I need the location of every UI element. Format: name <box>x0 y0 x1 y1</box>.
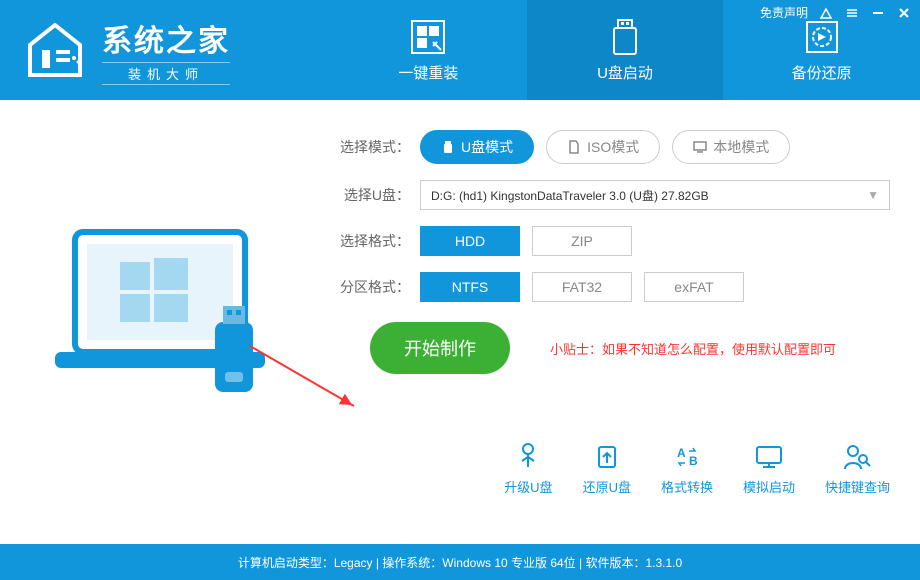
partition-ntfs-button[interactable]: NTFS <box>420 272 520 302</box>
partition-fat32-button[interactable]: FAT32 <box>532 272 632 302</box>
statusbar: 计算机启动类型：Legacy | 操作系统：Windows 10 专业版 64位… <box>0 544 920 580</box>
mode-iso-button[interactable]: ISO模式 <box>546 130 660 164</box>
tab-label: U盘启动 <box>597 62 653 83</box>
format-hdd-button[interactable]: HDD <box>420 226 520 256</box>
tool-hotkey-query[interactable]: 快捷键查询 <box>825 443 890 496</box>
mode-local-button[interactable]: 本地模式 <box>672 130 790 164</box>
monitor-icon <box>753 443 785 471</box>
monitor-small-icon <box>693 140 707 154</box>
tool-upgrade-usb[interactable]: 升级U盘 <box>504 443 552 496</box>
disclaimer-link[interactable]: 免责声明 <box>760 4 808 21</box>
brand-subtitle: 装机大师 <box>102 62 230 85</box>
drive-select[interactable]: D:G: (hd1) KingstonDataTraveler 3.0 (U盘)… <box>420 180 890 210</box>
tab-reinstall[interactable]: 一键重装 <box>330 0 527 100</box>
usb-small-icon <box>441 140 455 154</box>
header: 系统之家 装机大师 一键重装 U盘启动 备份还原 免责声明 <box>0 0 920 100</box>
person-search-icon <box>841 443 873 471</box>
tab-label: 备份还原 <box>792 62 852 83</box>
tip-text: 小贴士：如果不知道怎么配置，使用默认配置即可 <box>550 339 836 358</box>
logo-area: 系统之家 装机大师 <box>0 0 330 100</box>
tab-label: 一键重装 <box>398 62 458 83</box>
house-logo-icon <box>20 20 90 80</box>
usb-up-icon <box>512 443 544 471</box>
iso-file-icon <box>567 140 581 154</box>
start-button[interactable]: 开始制作 <box>370 322 510 374</box>
tool-simulate-boot[interactable]: 模拟启动 <box>743 443 795 496</box>
mode-usb-button[interactable]: U盘模式 <box>420 130 534 164</box>
usb-drive-icon <box>606 18 644 56</box>
mode-label: 选择模式： <box>330 137 420 157</box>
window-controls: 免责声明 <box>760 4 912 21</box>
tool-format-convert[interactable]: AB 格式转换 <box>661 443 713 496</box>
bottom-tools: 升级U盘 还原U盘 AB 格式转换 模拟启动 快捷键查询 <box>504 443 890 496</box>
theme-icon[interactable] <box>818 5 834 21</box>
chevron-down-icon: ▼ <box>867 188 879 202</box>
svg-text:A: A <box>677 446 686 460</box>
format-zip-button[interactable]: ZIP <box>532 226 632 256</box>
minimize-icon[interactable] <box>870 5 886 21</box>
tool-restore-usb[interactable]: 还原U盘 <box>583 443 631 496</box>
restore-usb-icon <box>591 443 623 471</box>
menu-icon[interactable] <box>844 5 860 21</box>
close-icon[interactable] <box>896 5 912 21</box>
svg-text:B: B <box>689 454 698 468</box>
content: 选择模式： U盘模式 ISO模式 本地模式 选择U盘： D:G: (hd1) K… <box>0 100 920 544</box>
brand-title: 系统之家 <box>102 16 230 60</box>
partition-exfat-button[interactable]: exFAT <box>644 272 744 302</box>
tab-usb-boot[interactable]: U盘启动 <box>527 0 724 100</box>
windows-click-icon <box>409 18 447 56</box>
drive-label: 选择U盘： <box>330 185 420 205</box>
backup-restore-icon <box>803 18 841 56</box>
illustration-panel <box>0 100 330 544</box>
partition-label: 分区格式： <box>330 277 420 297</box>
format-label: 选择格式： <box>330 231 420 251</box>
convert-icon: AB <box>671 443 703 471</box>
laptop-usb-illustration-icon <box>45 212 285 432</box>
drive-value: D:G: (hd1) KingstonDataTraveler 3.0 (U盘)… <box>431 187 709 204</box>
